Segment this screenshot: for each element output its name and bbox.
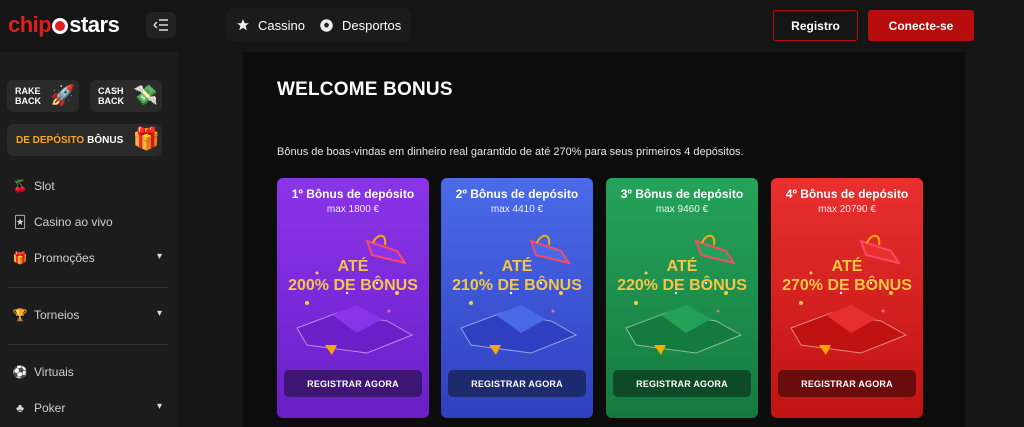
- sidebar-divider: [8, 287, 168, 288]
- cashback-tile[interactable]: CASH BACK 💸: [90, 80, 162, 112]
- poker-chip-icon: [52, 18, 69, 34]
- cherry-icon: 🍒: [12, 179, 28, 193]
- card-bonus-percent: 200% DE BÔNUS: [288, 277, 418, 294]
- nav-desportos[interactable]: Desportos: [319, 18, 401, 33]
- card-bonus-percent: 220% DE BÔNUS: [617, 277, 747, 294]
- logo-text-stars: stars: [69, 12, 120, 37]
- sidebar-item-slot[interactable]: 🍒 Slot: [12, 175, 164, 197]
- sidebar-item-label: Torneios: [34, 308, 80, 322]
- chevron-down-icon: ▾: [156, 308, 162, 319]
- sidebar-item-poker[interactable]: ♣ Poker ▾: [12, 397, 164, 419]
- sidebar-item-label: Virtuais: [34, 365, 74, 379]
- card-heading: 3º Bônus de depósito: [620, 187, 744, 201]
- conecte-se-button[interactable]: Conecte-se: [868, 10, 974, 41]
- soccer-ball-icon: [320, 18, 333, 32]
- menu-toggle-button[interactable]: [146, 12, 176, 38]
- card-ate-label: ATÉ: [666, 258, 698, 275]
- registrar-agora-button[interactable]: REGISTRAR AGORA: [613, 370, 751, 397]
- nav-desportos-label: Desportos: [341, 17, 402, 33]
- card-bonus-percent: 270% DE BÔNUS: [782, 277, 912, 294]
- sidebar-item-label: Slot: [34, 179, 55, 193]
- registro-button[interactable]: Registro: [773, 10, 858, 41]
- sidebar: RAKE BACK 🚀 CASH BACK 💸 DE DEPÓSITO BÔNU…: [0, 52, 178, 427]
- gift-icon: 🎁: [12, 251, 28, 265]
- deposito-label: DE DEPÓSITO: [16, 134, 85, 146]
- card-ate-label: ATÉ: [831, 258, 863, 275]
- top-header: chip stars Cassino Desportos Registro Co…: [0, 0, 1024, 52]
- card-max-amount: max 1800 €: [326, 204, 380, 215]
- nav-cassino-label: Cassino: [258, 17, 305, 33]
- ball-icon: ⚽: [12, 365, 28, 379]
- sidebar-item-casino-ao-vivo[interactable]: 🃏 Casino ao vivo: [12, 211, 164, 233]
- sidebar-item-torneios[interactable]: 🏆 Torneios ▾: [12, 304, 164, 326]
- card-heading: 1º Bônus de depósito: [291, 187, 415, 201]
- trophy-icon: 🏆: [12, 308, 28, 322]
- bonus-card-4[interactable]: 4º Bônus de depósito max 20790 € ATÉ 270% D…: [771, 178, 923, 418]
- registrar-agora-button[interactable]: REGISTRAR AGORA: [284, 370, 422, 397]
- bonus-card-1[interactable]: 1º Bônus de depósito max 1800 € ATÉ 200% DE…: [277, 178, 429, 418]
- cards-icon: 🃏: [13, 215, 27, 229]
- bonus-card-2[interactable]: 2º Bônus de depósito max 4410 € ATÉ 210% DE…: [441, 178, 593, 418]
- bonus-description: Bônus de boas-vindas em dinheiro real ga…: [277, 146, 744, 158]
- registrar-agora-button[interactable]: REGISTRAR AGORA: [778, 370, 916, 397]
- club-icon: ♣: [16, 401, 24, 415]
- gift-box-illustration: [460, 234, 578, 355]
- chevron-down-icon: ▾: [156, 251, 162, 262]
- card-ate-label: ATÉ: [501, 258, 533, 275]
- nav-cassino[interactable]: Cassino: [236, 18, 305, 33]
- sidebar-item-label: Promoções: [34, 251, 95, 265]
- logo-text-chip: chip: [8, 12, 52, 37]
- card-heading: 4º Bônus de depósito: [785, 187, 909, 201]
- bonus-label: BÔNUS: [87, 134, 124, 146]
- registrar-agora-button[interactable]: REGISTRAR AGORA: [448, 370, 586, 397]
- gift-box-illustration: [625, 234, 743, 355]
- top-nav: Cassino Desportos: [226, 8, 412, 42]
- gift-box-illustration: [790, 234, 908, 355]
- bonus-card-3[interactable]: 3º Bônus de depósito max 9460 € ATÉ 220% DE…: [606, 178, 758, 418]
- rakeback-tile[interactable]: RAKE BACK 🚀: [7, 80, 79, 112]
- sidebar-item-virtuais[interactable]: ⚽ Virtuais: [12, 361, 164, 383]
- money-icon: 💸: [133, 85, 158, 107]
- card-max-amount: max 20790 €: [818, 204, 876, 215]
- card-bonus-percent: 210% DE BÔNUS: [452, 277, 582, 294]
- chevron-down-icon: ▾: [156, 401, 162, 412]
- card-max-amount: max 9460 €: [655, 204, 709, 215]
- deposito-bonus-tile[interactable]: DE DEPÓSITO BÔNUS 🎁: [7, 124, 162, 156]
- page-title: WELCOME BONUS: [277, 79, 453, 100]
- collapse-menu-icon: [153, 19, 168, 31]
- card-max-amount: max 4410 €: [490, 204, 544, 215]
- star-icon: [237, 19, 249, 31]
- rocket-icon: 🚀: [50, 85, 75, 107]
- sidebar-item-label: Casino ao vivo: [34, 215, 113, 229]
- chipstars-logo[interactable]: chip stars: [8, 12, 120, 38]
- sidebar-divider: [8, 344, 168, 345]
- gift-box-illustration: [296, 234, 414, 355]
- card-heading: 2º Bônus de depósito: [455, 187, 579, 201]
- sidebar-item-promocoes[interactable]: 🎁 Promoções ▾: [12, 247, 164, 269]
- card-ate-label: ATÉ: [337, 258, 369, 275]
- gift-icon: 🎁: [132, 126, 160, 151]
- sidebar-item-label: Poker: [34, 401, 66, 415]
